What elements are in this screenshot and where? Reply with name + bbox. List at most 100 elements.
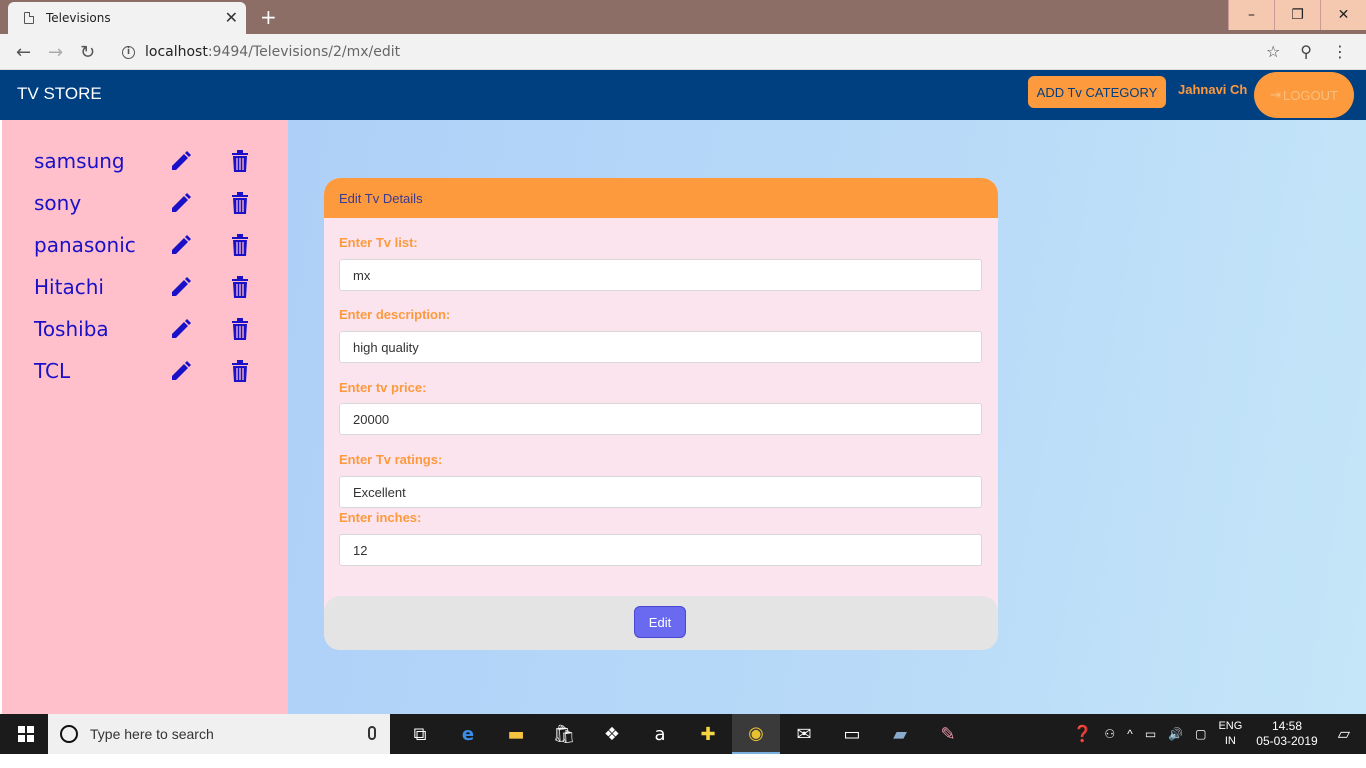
- page-icon: [24, 12, 34, 24]
- address-bar: ← → ↻ i localhost:9494/Televisions/2/mx/…: [0, 34, 1366, 70]
- window-controls: – ❐ ✕: [1228, 0, 1366, 30]
- close-window-icon[interactable]: ✕: [1320, 0, 1366, 30]
- forward-arrow-icon[interactable]: →: [48, 42, 63, 63]
- description-input[interactable]: high quality: [339, 331, 982, 363]
- windows-start-icon[interactable]: [18, 726, 34, 742]
- edit-tv-card: Edit Tv Details Enter Tv list: mx Enter …: [324, 178, 998, 650]
- add-category-button[interactable]: ADD Tv CATEGORY: [1028, 76, 1166, 108]
- pencil-icon[interactable]: [169, 233, 193, 257]
- network-icon[interactable]: ▢: [1195, 727, 1206, 741]
- url-field[interactable]: i localhost:9494/Televisions/2/mx/edit: [112, 38, 1332, 66]
- pencil-icon[interactable]: [169, 191, 193, 215]
- logout-button[interactable]: ⇥ LOGOUT: [1254, 72, 1354, 118]
- pencil-icon[interactable]: [169, 317, 193, 341]
- restore-icon[interactable]: ❐: [1274, 0, 1320, 30]
- notepad-icon[interactable]: ▰: [876, 714, 924, 754]
- card-header: Edit Tv Details: [324, 178, 998, 218]
- username: Jahnavi Ch: [1178, 82, 1248, 97]
- info-icon[interactable]: i: [122, 45, 135, 59]
- price-input[interactable]: 20000: [339, 403, 982, 435]
- url-host: localhost: [145, 44, 208, 60]
- amazon-icon[interactable]: a: [636, 714, 684, 754]
- battery-icon[interactable]: ▭: [1145, 727, 1156, 741]
- trash-icon[interactable]: [229, 275, 251, 299]
- taskbar-search[interactable]: Type here to search: [48, 714, 390, 754]
- language-indicator[interactable]: ENG IN: [1218, 719, 1242, 749]
- tv-list-input[interactable]: mx: [339, 259, 982, 291]
- pencil-icon[interactable]: [169, 359, 193, 383]
- help-icon[interactable]: ❓: [1072, 724, 1092, 744]
- list-item: panasonic: [34, 230, 274, 260]
- trash-icon[interactable]: [229, 359, 251, 383]
- new-tab-icon[interactable]: +: [260, 5, 277, 29]
- brand-link[interactable]: samsung: [34, 149, 169, 173]
- taskbar: Type here to search ⧉ e ▬ 🛍 ❖ a ✚ ◉ ✉ ▭ …: [0, 714, 1366, 754]
- brand-title[interactable]: TV STORE: [17, 84, 102, 104]
- store-icon[interactable]: 🛍: [540, 714, 588, 754]
- chrome-icon[interactable]: ◉: [732, 714, 780, 754]
- address-bar-actions: ☆ ⚲ ⋮: [1266, 42, 1348, 61]
- reload-icon[interactable]: ↻: [80, 42, 95, 63]
- brand-link[interactable]: panasonic: [34, 233, 169, 257]
- brand-link[interactable]: sony: [34, 191, 169, 215]
- system-tray: ❓ ⚇ ^ ▭ 🔊 ▢ ENG IN 14:58 05-03-2019 ▱: [1072, 714, 1366, 754]
- menu-dots-icon[interactable]: ⋮: [1332, 42, 1348, 61]
- list-item: sony: [34, 188, 274, 218]
- notification-icon[interactable]: ▱: [1338, 724, 1350, 744]
- paint-icon[interactable]: ✎: [924, 714, 972, 754]
- translate-icon[interactable]: ⚲: [1300, 42, 1312, 61]
- file-explorer-icon[interactable]: ▬: [492, 714, 540, 754]
- pencil-icon[interactable]: [169, 149, 193, 173]
- clock-date: 05-03-2019: [1256, 734, 1318, 748]
- dropbox-icon[interactable]: ❖: [588, 714, 636, 754]
- list-item: samsung: [34, 146, 274, 176]
- trash-icon[interactable]: [229, 317, 251, 341]
- lang-top: ENG: [1218, 720, 1243, 732]
- clock-time: 14:58: [1271, 719, 1302, 733]
- field-label: Enter Tv ratings:: [339, 452, 443, 467]
- list-item: Hitachi: [34, 272, 274, 302]
- trash-icon[interactable]: [229, 149, 251, 173]
- star-icon[interactable]: ☆: [1266, 42, 1280, 61]
- mail-icon[interactable]: ✉: [780, 714, 828, 754]
- edit-button[interactable]: Edit: [634, 606, 686, 638]
- card-footer: Edit: [324, 596, 998, 650]
- brand-link[interactable]: Hitachi: [34, 275, 169, 299]
- field-label: Enter inches:: [339, 510, 422, 525]
- inches-input[interactable]: 12: [339, 534, 982, 566]
- brand-sidebar: samsung sony panasonic Hitachi Toshiba T…: [2, 120, 288, 714]
- chevron-up-icon[interactable]: ^: [1127, 727, 1133, 741]
- terminal-icon[interactable]: ▭: [828, 714, 876, 754]
- logout-label: LOGOUT: [1283, 87, 1338, 103]
- field-label: Enter description:: [339, 307, 451, 322]
- people-icon[interactable]: ⚇: [1104, 727, 1115, 741]
- brand-link[interactable]: TCL: [34, 359, 169, 383]
- list-item: Toshiba: [34, 314, 274, 344]
- search-placeholder: Type here to search: [90, 726, 214, 742]
- clock[interactable]: 14:58 05-03-2019: [1256, 719, 1317, 749]
- app-navbar: TV STORE ADD Tv CATEGORY Jahnavi Ch ⇥ LO…: [0, 70, 1366, 120]
- back-arrow-icon[interactable]: ←: [16, 42, 31, 63]
- ratings-input[interactable]: Excellent: [339, 476, 982, 508]
- brand-link[interactable]: Toshiba: [34, 317, 169, 341]
- browser-tab[interactable]: Televisions ✕: [8, 2, 246, 34]
- minimize-icon[interactable]: –: [1228, 0, 1274, 30]
- list-item: TCL: [34, 356, 274, 386]
- field-label: Enter Tv list:: [339, 235, 418, 250]
- close-tab-icon[interactable]: ✕: [225, 8, 238, 27]
- logout-icon: ⇥: [1270, 87, 1281, 102]
- trash-icon[interactable]: [229, 233, 251, 257]
- main-content: Edit Tv Details Enter Tv list: mx Enter …: [288, 120, 1366, 714]
- task-view-icon[interactable]: ⧉: [396, 714, 444, 754]
- app-icon[interactable]: ✚: [684, 714, 732, 754]
- browser-tab-bar: Televisions ✕ + – ❐ ✕: [0, 0, 1366, 34]
- pencil-icon[interactable]: [169, 275, 193, 299]
- trash-icon[interactable]: [229, 191, 251, 215]
- microphone-icon[interactable]: [368, 726, 376, 740]
- volume-icon[interactable]: 🔊: [1168, 727, 1183, 741]
- taskbar-apps: ⧉ e ▬ 🛍 ❖ a ✚ ◉ ✉ ▭ ▰ ✎: [396, 714, 972, 754]
- cortana-icon: [60, 725, 78, 743]
- url-path: :9494/Televisions/2/mx/edit: [207, 44, 401, 60]
- edge-icon[interactable]: e: [444, 714, 492, 754]
- lang-bottom: IN: [1224, 735, 1236, 747]
